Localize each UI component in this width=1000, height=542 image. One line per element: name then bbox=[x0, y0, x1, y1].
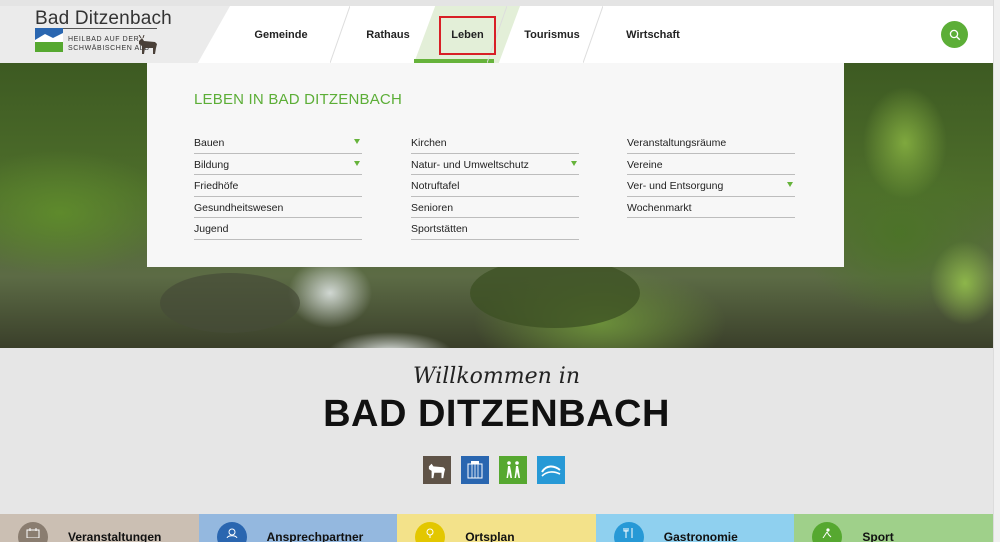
mega-menu-item-label: Kirchen bbox=[411, 137, 447, 149]
building-badge[interactable] bbox=[461, 456, 489, 484]
nav-item-wirtschaft[interactable]: Wirtschaft bbox=[612, 6, 694, 63]
mega-menu-item-label: Veranstaltungsräume bbox=[627, 137, 727, 149]
hero-rock bbox=[470, 258, 640, 328]
hero-foliage bbox=[845, 63, 993, 348]
chevron-down-icon[interactable] bbox=[787, 182, 793, 187]
mega-menu-item[interactable]: Kirchen bbox=[411, 132, 579, 154]
hikers-icon bbox=[506, 461, 520, 478]
tile-label[interactable]: Gastronomie bbox=[664, 530, 738, 542]
welcome-title: BAD DITZENBACH bbox=[323, 393, 670, 435]
search-icon bbox=[949, 29, 960, 40]
mega-menu-item-label: Senioren bbox=[411, 201, 454, 214]
nav-item-tourismus[interactable]: Tourismus bbox=[510, 6, 594, 63]
chevron-down-icon[interactable] bbox=[571, 160, 577, 166]
logo-subtitle-1: HEILBAD AUF DER bbox=[68, 36, 140, 43]
building-icon bbox=[467, 461, 483, 479]
mega-menu-item-label: Sportstätten bbox=[411, 223, 468, 235]
mega-menu-item[interactable]: Notruftafel bbox=[411, 175, 579, 197]
chevron-down-icon[interactable] bbox=[354, 139, 360, 144]
nav-separator bbox=[330, 6, 350, 63]
mega-menu-item-label: Natur- und Umweltschutz bbox=[411, 158, 529, 171]
tile-ortsplan[interactable]: Ortsplan bbox=[397, 514, 596, 542]
tile-label[interactable]: Ortsplan bbox=[465, 530, 514, 542]
wave-icon bbox=[541, 465, 561, 477]
welcome-script-text: Willkommen in bbox=[412, 364, 581, 389]
person-icon bbox=[216, 522, 247, 542]
logo-mark-icon bbox=[35, 28, 63, 52]
mega-menu-item-label: Notruftafel bbox=[411, 180, 460, 192]
mega-menu-column-3: Veranstaltungsräume Vereine Ver- und Entso… bbox=[627, 132, 795, 218]
mega-menu-item-label: Ver- und Entsorgung bbox=[627, 180, 724, 192]
logo-title[interactable]: Bad Ditzenbach bbox=[35, 8, 172, 30]
mega-menu-item[interactable]: Bauen bbox=[194, 132, 362, 154]
leben-mega-menu: LEBEN IN BAD DITZENBACH Bauen Bildung Frie… bbox=[147, 63, 844, 267]
mega-menu-item-label: Bauen bbox=[194, 137, 225, 149]
hero-rock bbox=[160, 273, 300, 333]
mega-menu-item-label: Jugend bbox=[194, 223, 229, 235]
page-scrollbar[interactable] bbox=[993, 0, 1000, 542]
mega-menu-item-label: Vereine bbox=[627, 158, 663, 171]
mega-menu-item[interactable]: Natur- und Umweltschutz bbox=[411, 154, 579, 175]
nav-item-gemeinde[interactable]: Gemeinde bbox=[240, 6, 322, 63]
cutlery-icon bbox=[613, 522, 644, 542]
quicklink-tiles: Veranstaltungen Ansprechpartner Ortsplan… bbox=[0, 514, 993, 542]
mega-menu-item[interactable]: Vereine bbox=[627, 154, 795, 175]
mega-menu-item[interactable]: Wochenmarkt bbox=[627, 197, 795, 218]
goat-logo-icon bbox=[138, 35, 157, 54]
mega-menu-item[interactable]: Jugend bbox=[194, 218, 362, 240]
mega-menu-item[interactable]: Bildung bbox=[194, 154, 362, 175]
mega-menu-item[interactable]: Friedhöfe bbox=[194, 175, 362, 197]
map-pin-icon bbox=[415, 522, 446, 542]
mega-menu-item[interactable]: Sportstätten bbox=[411, 218, 579, 240]
tile-sport[interactable]: Sport bbox=[794, 514, 993, 542]
mega-menu-item-label: Gesundheitswesen bbox=[194, 201, 284, 214]
mega-menu-title: LEBEN IN BAD DITZENBACH bbox=[194, 91, 402, 108]
goat-icon bbox=[428, 463, 446, 479]
mega-menu-item[interactable]: Veranstaltungsräume bbox=[627, 132, 795, 154]
mega-menu-column-2: Kirchen Natur- und Umweltschutz Notruftafe… bbox=[411, 132, 579, 240]
tile-veranstaltungen[interactable]: Veranstaltungen bbox=[0, 514, 199, 542]
calendar-icon bbox=[18, 522, 48, 542]
hikers-badge[interactable] bbox=[499, 456, 527, 484]
mega-menu-item-label: Friedhöfe bbox=[194, 180, 239, 192]
mega-menu-item[interactable]: Senioren bbox=[411, 197, 579, 218]
mega-menu-item[interactable]: Gesundheitswesen bbox=[194, 197, 362, 218]
nav-item-rathaus[interactable]: Rathaus bbox=[352, 6, 424, 63]
mega-menu-item-label: Bildung bbox=[194, 158, 230, 171]
tile-gastronomie[interactable]: Gastronomie bbox=[595, 514, 795, 542]
search-button[interactable] bbox=[941, 21, 968, 48]
mega-menu-item[interactable]: Ver- und Entsorgung bbox=[627, 175, 795, 197]
nav-item-highlight-box bbox=[439, 16, 496, 55]
tile-label[interactable]: Sport bbox=[862, 530, 893, 542]
wave-badge[interactable] bbox=[537, 456, 565, 484]
mega-menu-column-1: Bauen Bildung Friedhöfe Gesundheitswesen Jug… bbox=[194, 132, 362, 240]
runner-icon bbox=[812, 522, 843, 542]
chevron-down-icon[interactable] bbox=[354, 160, 360, 166]
goat-badge[interactable] bbox=[423, 456, 451, 484]
tile-label[interactable]: Veranstaltungen bbox=[68, 530, 161, 542]
tile-ansprechpartner[interactable]: Ansprechpartner bbox=[198, 514, 398, 542]
tile-label[interactable]: Ansprechpartner bbox=[267, 530, 364, 542]
badge-row bbox=[423, 456, 565, 484]
mega-menu-item-label: Wochenmarkt bbox=[627, 201, 692, 214]
